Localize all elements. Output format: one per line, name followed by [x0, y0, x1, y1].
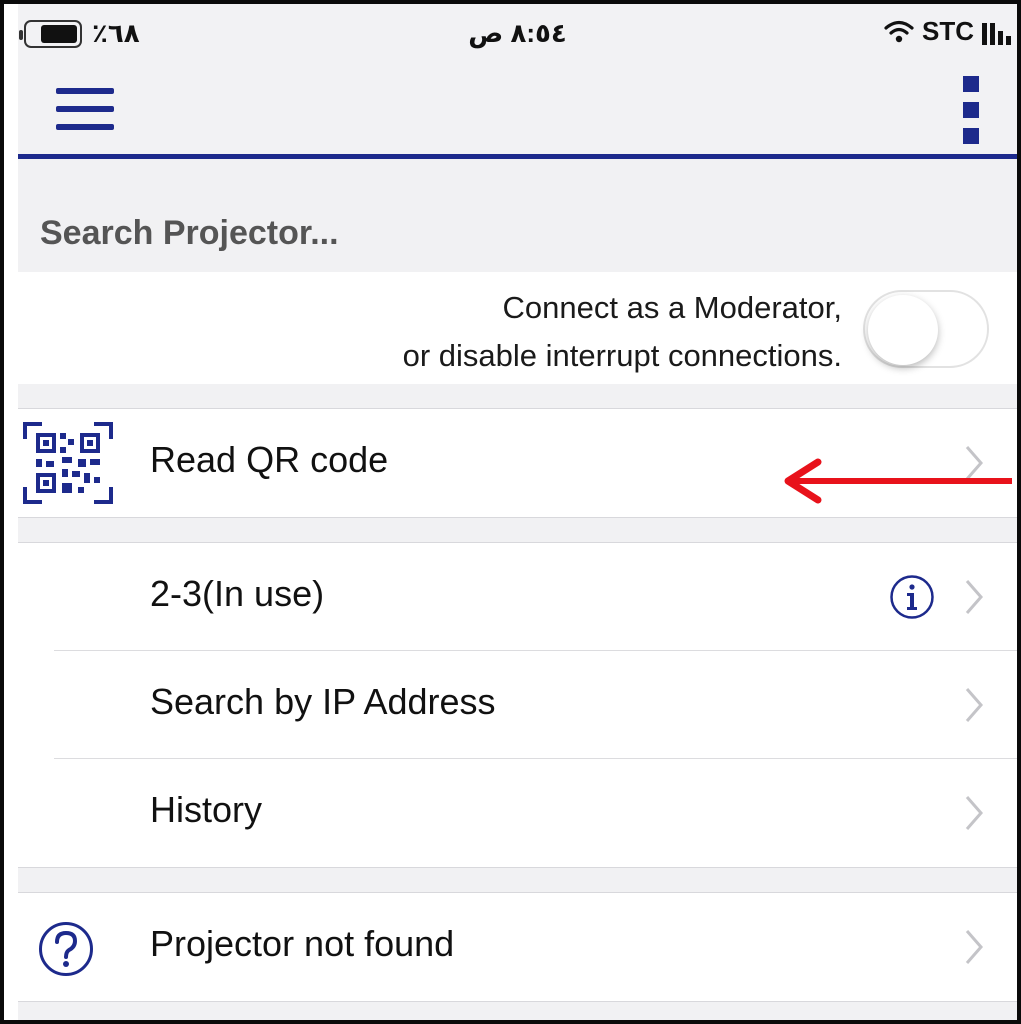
status-bar: ٪٦٨ ٨:٥٤ ص STC [18, 4, 1017, 66]
network-indicator: STC [884, 16, 1011, 47]
chevron-right-icon [965, 796, 983, 830]
history-row[interactable]: History [18, 759, 1017, 867]
moderator-line-2: or disable interrupt connections. [402, 338, 842, 373]
screenshot-frame: ٪٦٨ ٨:٥٤ ص STC Search Projector... Conne… [0, 0, 1021, 1024]
search-by-ip-row[interactable]: Search by IP Address [18, 651, 1017, 759]
moderator-line-1: Connect as a Moderator, [502, 290, 842, 325]
projector-list-group: 2-3(In use) Search by IP Address History [18, 542, 1017, 868]
nav-divider [18, 154, 1017, 159]
app-screen: ٪٦٨ ٨:٥٤ ص STC Search Projector... Conne… [18, 4, 1017, 1020]
annotation-arrow-icon [784, 458, 1012, 504]
moderator-description: Connect as a Moderator, or disable inter… [403, 284, 842, 380]
toggle-knob [868, 295, 938, 365]
search-projector-header: Search Projector... [40, 214, 339, 252]
chevron-right-icon [965, 930, 983, 964]
moderator-row: Connect as a Moderator, or disable inter… [18, 272, 1017, 384]
nav-bar [18, 66, 1017, 158]
chevron-right-icon [965, 688, 983, 722]
help-group: Projector not found [18, 892, 1017, 1002]
carrier-name: STC [922, 16, 974, 46]
chevron-right-icon [965, 580, 983, 614]
signal-bars-icon [982, 19, 1011, 45]
moderator-toggle[interactable] [863, 290, 989, 368]
read-qr-code-label: Read QR code [150, 439, 389, 480]
projector-not-found-row[interactable]: Projector not found [18, 893, 1017, 1001]
search-by-ip-label: Search by IP Address [150, 681, 496, 722]
info-icon[interactable] [889, 574, 935, 620]
status-time: ٨:٥٤ ص [468, 18, 567, 48]
qr-code-icon [23, 422, 113, 504]
projector-not-found-label: Projector not found [150, 923, 455, 964]
projector-label: 2-3(In use) [150, 573, 325, 614]
question-circle-icon [39, 922, 93, 976]
history-label: History [150, 789, 263, 830]
wifi-icon [884, 20, 914, 42]
hamburger-icon[interactable] [56, 88, 114, 134]
projector-row-2-3[interactable]: 2-3(In use) [18, 543, 1017, 651]
kebab-icon[interactable] [963, 76, 985, 146]
